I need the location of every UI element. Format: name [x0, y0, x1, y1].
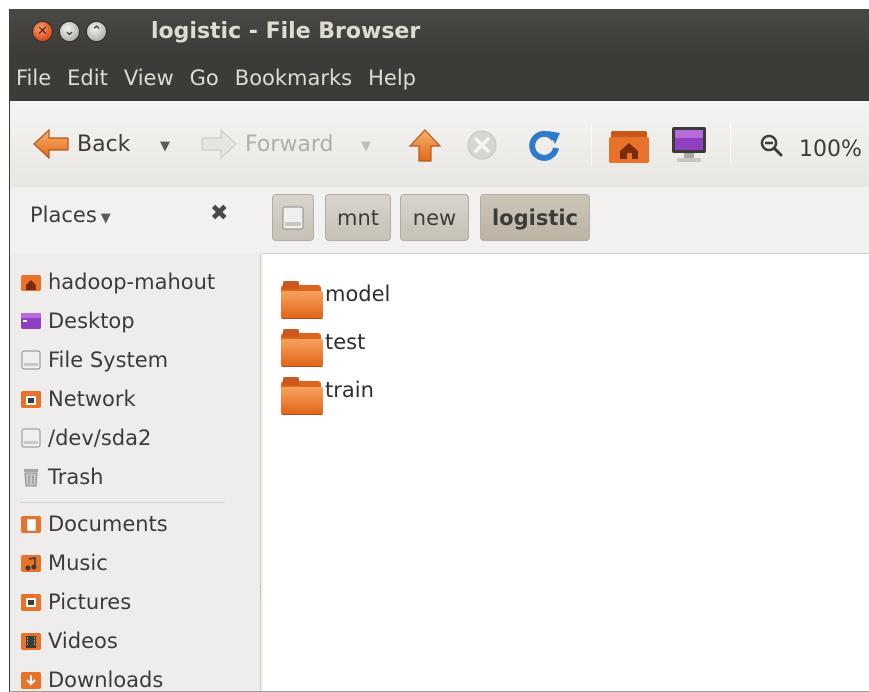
file-browser-window: ✕ ⌄ ⌃ logistic - File Browser File Edit … [9, 9, 869, 692]
sidebar-selector[interactable]: Places ▼ [30, 203, 111, 227]
sidebar-item-pictures[interactable]: Pictures [20, 587, 131, 617]
downloads-icon [21, 672, 41, 689]
close-sidebar-icon[interactable]: ✖ [210, 201, 228, 226]
toolbar-separator [591, 123, 592, 165]
back-arrow-icon [33, 128, 69, 160]
sidebar-item-file-system[interactable]: File System [20, 345, 168, 375]
zoom-level[interactable]: 100% [799, 137, 862, 162]
minimize-window-button[interactable]: ⌄ [59, 21, 80, 42]
window-title: logistic - File Browser [151, 19, 421, 44]
file-name: model [325, 282, 391, 306]
up-arrow-icon[interactable] [408, 129, 442, 163]
trash-icon [24, 469, 38, 487]
reload-icon[interactable] [526, 127, 562, 163]
sidebar-item-label: Videos [48, 629, 118, 653]
menu-go[interactable]: Go [187, 64, 222, 92]
music-icon [21, 555, 41, 572]
crumb-new[interactable]: new [400, 194, 469, 241]
sidebar-item-label: Desktop [48, 309, 135, 333]
desktop-icon [21, 313, 41, 329]
menu-file[interactable]: File [13, 64, 54, 92]
sidebar-item-label: hadoop-mahout [48, 270, 216, 294]
sidebar-item-hadoop-mahout[interactable]: hadoop-mahout [20, 267, 215, 297]
videos-icon [21, 633, 41, 650]
forward-label: Forward [245, 131, 334, 157]
sidebar-header-label: Places [30, 203, 97, 227]
sidebar-item-dev-sda2[interactable]: /dev/sda2 [20, 423, 151, 453]
back-history-dropdown[interactable]: ▼ [160, 139, 170, 154]
forward-button[interactable]: Forward [200, 128, 333, 160]
sidebar-item-videos[interactable]: Videos [20, 626, 118, 656]
folder-icon [281, 377, 325, 415]
maximize-window-button[interactable]: ⌃ [86, 21, 107, 42]
crumb-root[interactable] [272, 194, 314, 241]
sidebar-item-label: Trash [48, 465, 104, 489]
menu-bar: File Edit View Go Bookmarks Help [10, 55, 869, 101]
close-window-button[interactable]: ✕ [32, 21, 53, 42]
sidebar-item-trash[interactable]: Trash [20, 462, 104, 492]
stop-icon[interactable] [466, 129, 498, 161]
sidebar-item-label: File System [48, 348, 169, 372]
toolbar: Back ▼ Forward ▼ 100% [10, 101, 869, 187]
file-item[interactable]: model [281, 281, 390, 325]
file-name: test [325, 330, 366, 354]
pictures-icon [21, 594, 41, 611]
zoom-icon[interactable] [759, 133, 783, 157]
menu-view[interactable]: View [121, 64, 177, 92]
crumb-logistic[interactable]: logistic [480, 194, 590, 241]
back-label: Back [77, 131, 131, 157]
file-item[interactable]: test [281, 329, 365, 373]
sidebar-item-label: Music [48, 551, 108, 575]
drive-icon [21, 350, 41, 370]
drive-icon [282, 206, 304, 229]
menu-bookmarks[interactable]: Bookmarks [232, 64, 355, 92]
title-bar[interactable]: ✕ ⌄ ⌃ logistic - File Browser [10, 9, 869, 55]
sidebar-item-label: Network [48, 387, 136, 411]
drive-icon [21, 428, 41, 448]
sidebar-item-desktop[interactable]: Desktop [20, 306, 135, 336]
network-icon [21, 391, 41, 408]
sidebar-item-label: Downloads [48, 668, 164, 692]
folder-icon [281, 281, 325, 319]
back-button[interactable]: Back [32, 128, 130, 160]
file-name: train [325, 378, 374, 402]
computer-icon[interactable] [669, 125, 709, 165]
sidebar-item-label: Pictures [48, 590, 132, 614]
sidebar-item-label: /dev/sda2 [48, 426, 152, 450]
crumb-mnt[interactable]: mnt [325, 194, 391, 241]
home-icon[interactable] [608, 125, 650, 165]
sidebar-item-documents[interactable]: Documents [20, 509, 168, 539]
chevron-down-icon: ▼ [100, 211, 111, 226]
sidebar-item-label: Documents [48, 512, 168, 536]
sidebar-item-downloads[interactable]: Downloads [20, 665, 164, 692]
forward-arrow-icon [201, 128, 237, 160]
menu-help[interactable]: Help [365, 64, 419, 92]
home-folder-icon [21, 275, 41, 291]
file-view[interactable]: model test train [263, 253, 869, 691]
toolbar-separator [730, 123, 731, 165]
sidebar-item-network[interactable]: Network [20, 384, 136, 414]
forward-history-dropdown[interactable]: ▼ [361, 139, 371, 154]
sidebar-separator [20, 502, 225, 503]
folder-icon [281, 329, 325, 367]
sidebar: hadoop-mahout Desktop File System Networ… [10, 253, 261, 692]
file-item[interactable]: train [281, 377, 374, 421]
sidebar-item-music[interactable]: Music [20, 548, 108, 578]
documents-icon [21, 516, 41, 533]
menu-edit[interactable]: Edit [64, 64, 111, 92]
